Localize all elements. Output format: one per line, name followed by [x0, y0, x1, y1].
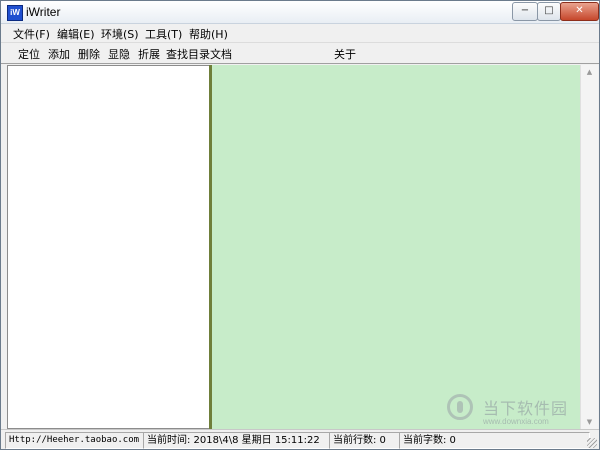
editor-area[interactable] [212, 65, 580, 429]
menu-edit[interactable]: 编辑(E) [57, 26, 95, 42]
status-line-count: 当前行数: 0 [329, 432, 400, 449]
watermark-name: 当下软件园 [483, 401, 569, 418]
status-link[interactable]: Http://Heeher.taobao.com [5, 432, 144, 449]
resize-grip-icon[interactable] [587, 438, 597, 448]
close-button[interactable]: ✕ [560, 2, 599, 21]
maximize-button[interactable]: □ [537, 2, 561, 21]
watermark-logo-icon [447, 394, 473, 420]
toggle-visibility-button[interactable]: 显隐 [108, 46, 130, 62]
watermark-url: www.downxia.com [483, 417, 549, 426]
minimize-button[interactable]: − [512, 2, 538, 21]
scroll-up-icon[interactable]: ▲ [581, 65, 598, 79]
find-directory-doc-button[interactable]: 查找目录文档 [166, 46, 232, 62]
locate-button[interactable]: 定位 [18, 46, 40, 62]
menu-bar: 文件(F) 编辑(E) 环境(S) 工具(T) 帮助(H) [1, 24, 599, 43]
app-icon: iW [7, 5, 23, 21]
app-window: iW iWriter − □ ✕ 文件(F) 编辑(E) 环境(S) 工具(T)… [0, 0, 600, 450]
title-bar[interactable]: iW iWriter − □ ✕ [1, 1, 599, 24]
status-bar: Http://Heeher.taobao.com 当前时间: 2018\4\8 … [1, 429, 599, 449]
status-char-count: 当前字数: 0 [399, 432, 590, 449]
menu-tools[interactable]: 工具(T) [145, 26, 182, 42]
toolbar: 定位 添加 删除 显隐 折展 查找目录文档 关于 [1, 43, 599, 64]
about-button[interactable]: 关于 [334, 46, 356, 62]
status-time: 当前时间: 2018\4\8 星期日 15:11:22 [143, 432, 330, 449]
window-title: iWriter [26, 5, 61, 19]
collapse-expand-button[interactable]: 折展 [138, 46, 160, 62]
watermark-logo-mark [457, 401, 463, 413]
directory-tree[interactable] [7, 65, 210, 429]
delete-button[interactable]: 删除 [78, 46, 100, 62]
vertical-scrollbar[interactable]: ▲ ▼ [580, 65, 598, 429]
menu-help[interactable]: 帮助(H) [189, 26, 228, 42]
menu-file[interactable]: 文件(F) [13, 26, 50, 42]
menu-environment[interactable]: 环境(S) [101, 26, 139, 42]
watermark: 当下软件园 www.downxia.com [443, 393, 593, 429]
add-button[interactable]: 添加 [48, 46, 70, 62]
